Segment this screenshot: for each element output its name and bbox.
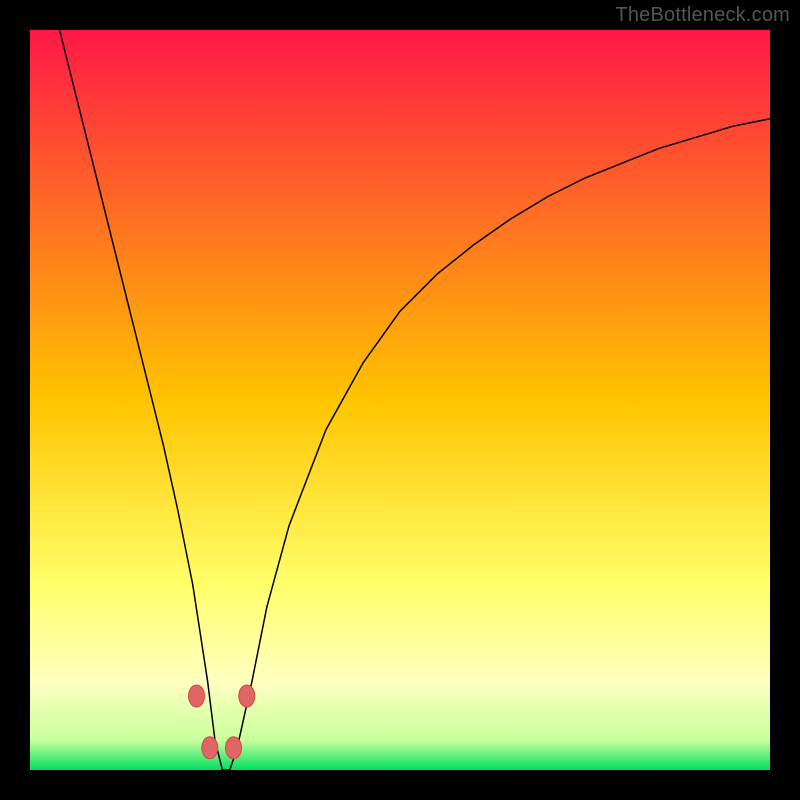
- curve-marker: [202, 737, 218, 759]
- chart-frame: TheBottleneck.com: [0, 0, 800, 800]
- curve-marker: [189, 685, 205, 707]
- plot-area: [30, 30, 770, 770]
- curve-marker: [239, 685, 255, 707]
- curve-marker: [226, 737, 242, 759]
- gradient-background: [30, 30, 770, 770]
- watermark-text: TheBottleneck.com: [615, 4, 790, 27]
- plot-svg: [30, 30, 770, 770]
